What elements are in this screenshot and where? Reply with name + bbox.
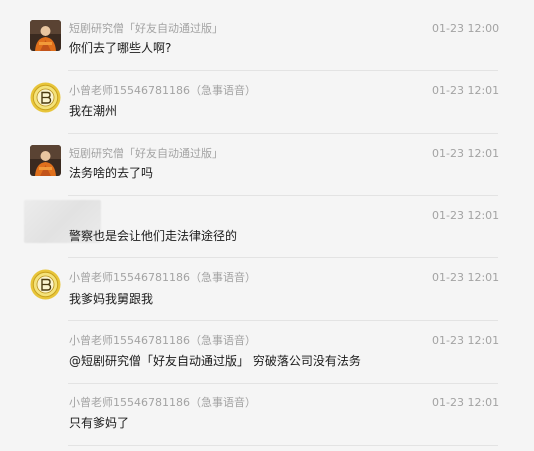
message-text[interactable]: 你们去了哪些人啊?: [69, 40, 171, 56]
monk-avatar-icon[interactable]: [30, 20, 61, 51]
chat-history-list[interactable]: 短剧研究僧「好友自动通过版」 01-23 12:00 你们去了哪些人啊? 小曾老…: [0, 0, 534, 451]
chat-message[interactable]: 小曾老师15546781186（急事语音） 01-23 12:01 我爹妈我舅跟…: [0, 258, 534, 320]
message-text[interactable]: 我爹妈我舅跟我: [69, 291, 153, 307]
sender-name: 短剧研究僧「好友自动通过版」: [69, 22, 223, 35]
message-time: 01-23 12:01: [432, 334, 500, 347]
message-text[interactable]: 只有爹妈了: [69, 415, 129, 431]
message-divider: [68, 445, 498, 446]
chat-message[interactable]: 小曾老师15546781186（急事语音） 01-23 12:01 @短剧研究僧…: [0, 321, 534, 383]
chat-message[interactable]: 短剧研究僧「好友自动通过版」 01-23 12:00 你们去了哪些人啊?: [0, 0, 534, 64]
message-text[interactable]: @短剧研究僧「好友自动通过版」 穷破落公司没有法务: [69, 353, 361, 369]
chat-message[interactable]: 小曾老师15546781186（急事语音） 01-23 12:01 只有爹妈了: [0, 384, 534, 446]
sender-name: 小曾老师15546781186（急事语音）: [69, 271, 256, 284]
monk-avatar-icon[interactable]: [30, 145, 61, 176]
badge-avatar-icon[interactable]: [30, 82, 61, 113]
message-time: 01-23 12:01: [432, 271, 500, 284]
message-text[interactable]: 我在潮州: [69, 103, 117, 119]
message-time: 01-23 12:01: [432, 209, 500, 222]
sender-name: 小曾老师15546781186（急事语音）: [69, 84, 256, 97]
message-time: 01-23 12:01: [432, 396, 500, 409]
chat-message[interactable]: 小曾老师15546781186（急事语音） 01-23 12:01 我在潮州: [0, 71, 534, 133]
chat-message[interactable]: 短剧研究僧「好友自动通过版」 01-23 12:01 法务啥的去了吗: [0, 134, 534, 196]
badge-avatar-icon[interactable]: [30, 269, 61, 300]
message-text[interactable]: 警察也是会让他们走法律途径的: [69, 228, 237, 244]
sender-name: 短剧研究僧「好友自动通过版」: [69, 147, 223, 160]
message-time: 01-23 12:01: [432, 147, 500, 160]
sender-name: 小曾老师15546781186（急事语音）: [69, 334, 256, 347]
message-time: 01-23 12:01: [432, 84, 500, 97]
message-time: 01-23 12:00: [432, 22, 500, 35]
chat-message[interactable]: 01-23 12:01 警察也是会让他们走法律途径的: [0, 196, 534, 258]
sender-name: 小曾老师15546781186（急事语音）: [69, 396, 256, 409]
message-text[interactable]: 法务啥的去了吗: [69, 165, 153, 181]
